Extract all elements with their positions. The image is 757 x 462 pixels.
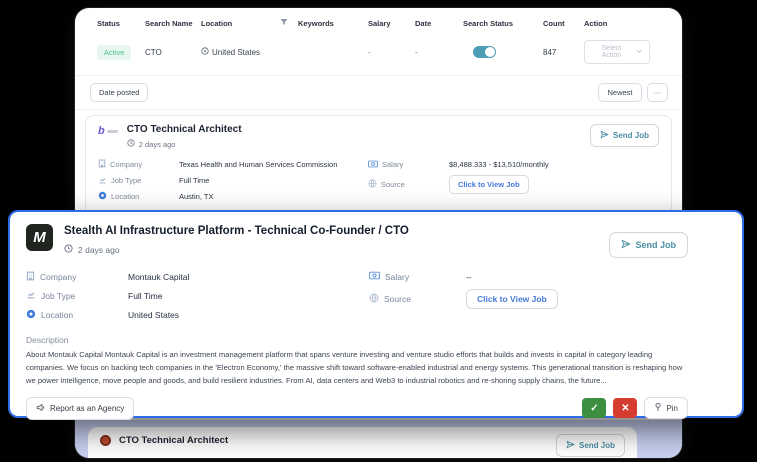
location-pin-icon — [26, 309, 36, 321]
status-badge: Active — [97, 45, 131, 60]
pin-icon — [654, 402, 662, 414]
toggle-knob — [485, 47, 495, 57]
report-agency-button[interactable]: Report as an Agency — [26, 397, 134, 420]
location-target-icon — [201, 47, 209, 57]
description-label: Description — [26, 335, 688, 345]
job-type-icon — [26, 290, 36, 301]
column-header-search-status: Search Status — [463, 19, 543, 28]
company-logo: b — [98, 125, 118, 137]
column-header-keywords: Keywords — [298, 19, 368, 28]
column-header-action: Action — [584, 19, 650, 28]
job-type-value: Full Time — [128, 291, 162, 301]
approve-button[interactable]: ✓ — [582, 398, 606, 418]
column-header-search-name: Search Name — [145, 19, 201, 28]
clock-icon — [127, 139, 135, 149]
location-cell: United States — [201, 47, 298, 57]
search-table-row: Active CTO United States - - 847 Select … — [75, 33, 682, 76]
job-card-bottom[interactable]: CTO Technical Architect Send Job — [88, 427, 637, 458]
salary-value: -- — [466, 272, 472, 282]
salary-value: $8,488.333 - $13,510/monthly — [449, 160, 549, 169]
job-type-icon — [98, 176, 107, 186]
job-title: CTO Technical Architect — [127, 124, 242, 135]
posted-time: 2 days ago — [127, 139, 242, 149]
salary-icon — [369, 271, 380, 282]
count-cell: 847 — [543, 48, 584, 57]
company-value: Texas Health and Human Services Commissi… — [179, 160, 337, 169]
megaphone-icon — [36, 403, 45, 414]
job-description: About Montauk Capital Montauk Capital is… — [26, 349, 688, 388]
filter-funnel-icon[interactable] — [280, 18, 288, 28]
sort-newest-button[interactable]: Newest — [598, 83, 641, 102]
column-header-location: Location — [201, 18, 298, 28]
view-job-button[interactable]: Click to View Job — [449, 175, 529, 194]
salary-icon — [368, 160, 378, 170]
column-header-date: Date — [415, 19, 463, 28]
location-value: Austin, TX — [179, 192, 213, 201]
search-status-toggle[interactable] — [473, 46, 496, 58]
company-icon — [98, 159, 106, 170]
chevron-down-icon — [636, 49, 642, 56]
date-cell: - — [415, 48, 463, 57]
send-icon — [566, 440, 575, 451]
date-posted-button[interactable]: Date posted — [90, 83, 148, 102]
column-header-salary: Salary — [368, 19, 415, 28]
send-job-button[interactable]: Send Job — [590, 124, 659, 147]
send-job-button[interactable]: Send Job — [609, 232, 688, 258]
reject-button[interactable]: ✕ — [613, 398, 637, 418]
column-header-count: Count — [543, 19, 584, 28]
list-toolbar: Date posted Newest ⋯ — [75, 76, 682, 110]
send-icon — [621, 239, 631, 251]
view-job-button[interactable]: Click to View Job — [466, 289, 558, 309]
salary-cell: - — [368, 48, 415, 57]
search-name-cell: CTO — [145, 48, 201, 57]
company-logo: M — [26, 224, 53, 251]
list-backdrop: CTO Technical Architect Send Job — [75, 420, 682, 458]
location-pin-icon — [98, 191, 107, 202]
close-icon: ✕ — [621, 403, 629, 414]
check-icon: ✓ — [590, 403, 598, 414]
job-detail-overlay: M Stealth AI Infrastructure Platform - T… — [8, 210, 744, 418]
job-title: CTO Technical Architect — [119, 435, 228, 446]
search-table-header: Status Search Name Location Keywords Sal… — [75, 8, 682, 33]
job-type-value: Full Time — [179, 176, 209, 185]
job-title: Stealth AI Infrastructure Platform - Tec… — [64, 224, 422, 239]
company-logo — [100, 435, 111, 446]
more-options-button[interactable]: ⋯ — [647, 83, 669, 102]
pin-button[interactable]: Pin — [644, 397, 688, 419]
send-job-button[interactable]: Send Job — [556, 434, 625, 457]
location-value: United States — [128, 310, 179, 320]
posted-time: 2 days ago — [64, 244, 422, 255]
source-globe-icon — [368, 179, 377, 190]
company-value: Montauk Capital — [128, 272, 189, 282]
clock-icon — [64, 244, 73, 255]
select-action-dropdown[interactable]: Select Action — [584, 40, 650, 64]
company-icon — [26, 271, 35, 283]
send-icon — [600, 130, 609, 141]
source-globe-icon — [369, 293, 379, 305]
column-header-status: Status — [97, 19, 145, 28]
